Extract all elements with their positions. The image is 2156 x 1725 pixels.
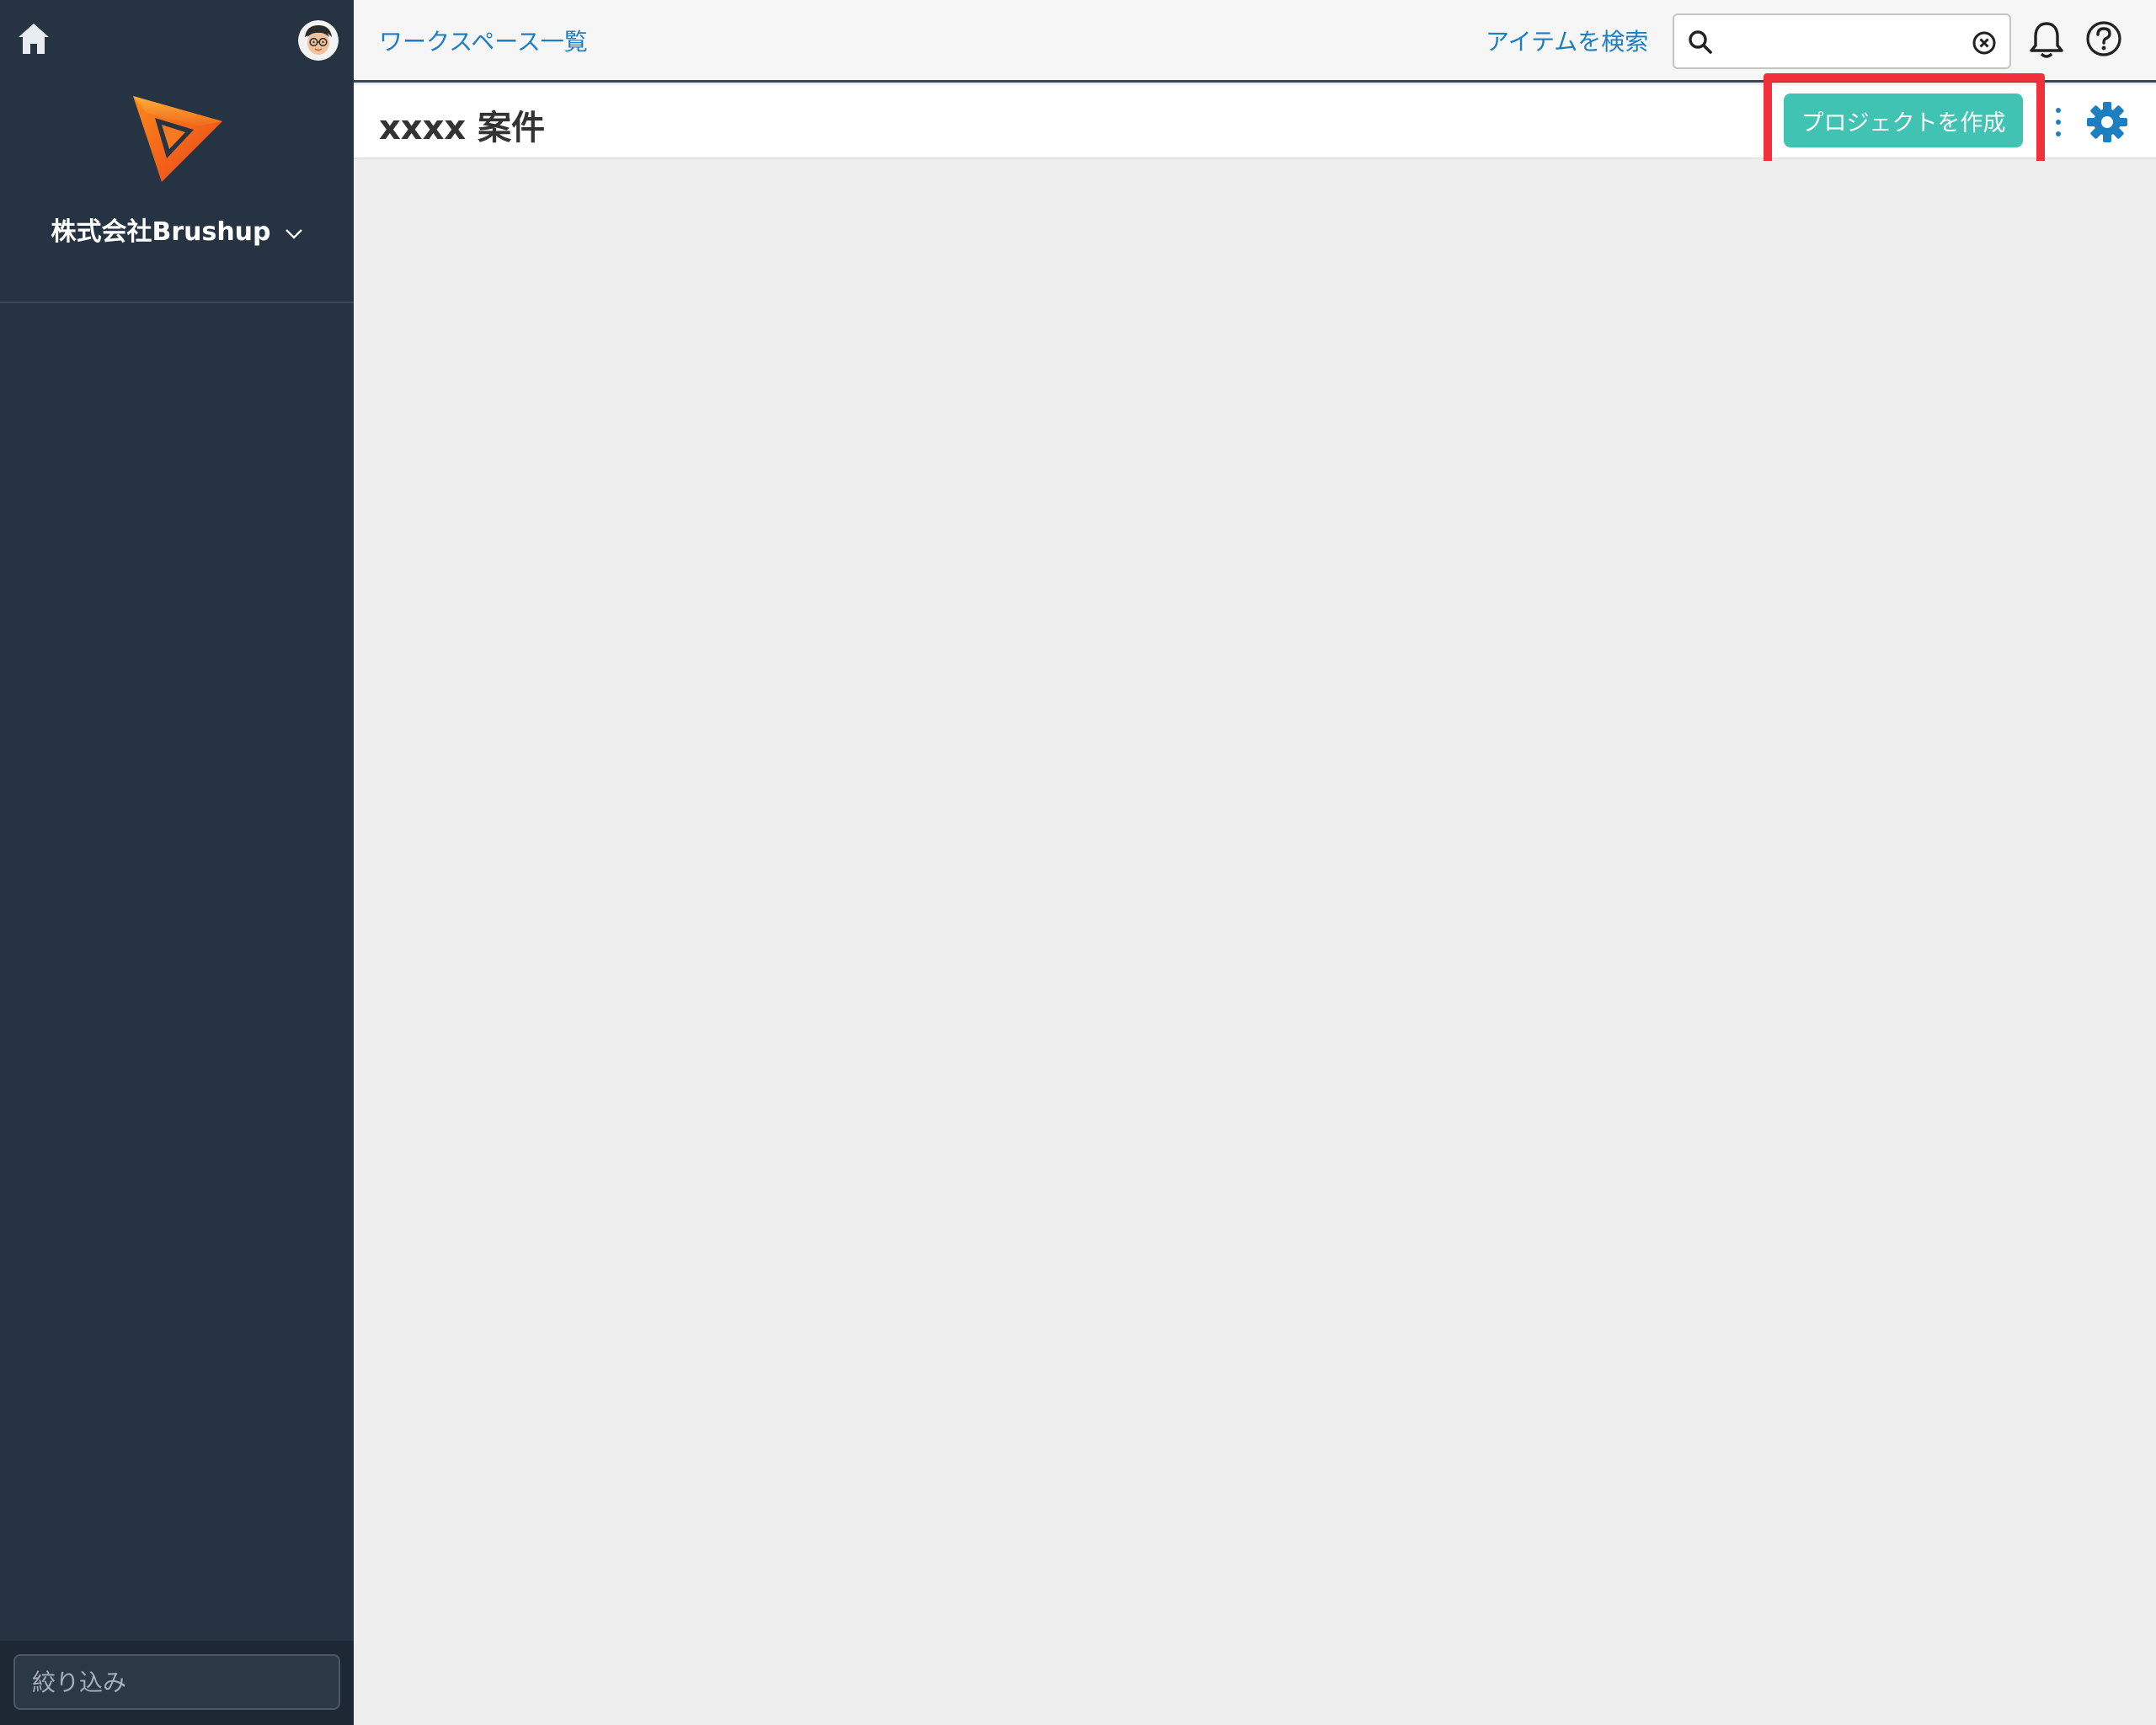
page-header: xxxx 案件 プロジェクトを作成 — [354, 73, 2156, 173]
org-name: 株式会社Brushup — [51, 217, 271, 247]
topbar: ワークスペース一覧 アイテムを検索 — [354, 0, 2156, 83]
clear-icon[interactable] — [1972, 31, 1996, 55]
chevron-down-icon — [285, 220, 303, 239]
search-box[interactable] — [1673, 13, 2011, 69]
item-search-label[interactable]: アイテムを検索 — [1486, 24, 1648, 57]
app: 株式会社Brushup ワークスペース一覧 アイテムを検索 — [0, 0, 2156, 1725]
search-input[interactable] — [1721, 20, 1957, 62]
user-avatar[interactable] — [298, 20, 339, 61]
bell-icon[interactable] — [2028, 20, 2065, 61]
filter-input[interactable] — [13, 1654, 340, 1710]
page-title: xxxx 案件 — [379, 109, 546, 147]
sidebar-filter-area — [0, 1641, 354, 1725]
gear-icon[interactable] — [2084, 99, 2131, 146]
search-icon — [1688, 29, 1713, 55]
home-icon[interactable] — [15, 20, 52, 57]
sidebar: 株式会社Brushup — [0, 0, 354, 1725]
workspace-list-link[interactable]: ワークスペース一覧 — [379, 24, 588, 57]
create-project-button[interactable]: プロジェクトを作成 — [1784, 93, 2023, 147]
more-vertical-icon[interactable] — [2048, 104, 2068, 141]
main-content — [354, 161, 2156, 1725]
org-switcher[interactable]: 株式会社Brushup — [0, 206, 354, 253]
brushup-logo — [128, 88, 227, 187]
sidebar-divider — [0, 302, 354, 303]
help-icon[interactable] — [2085, 20, 2122, 57]
